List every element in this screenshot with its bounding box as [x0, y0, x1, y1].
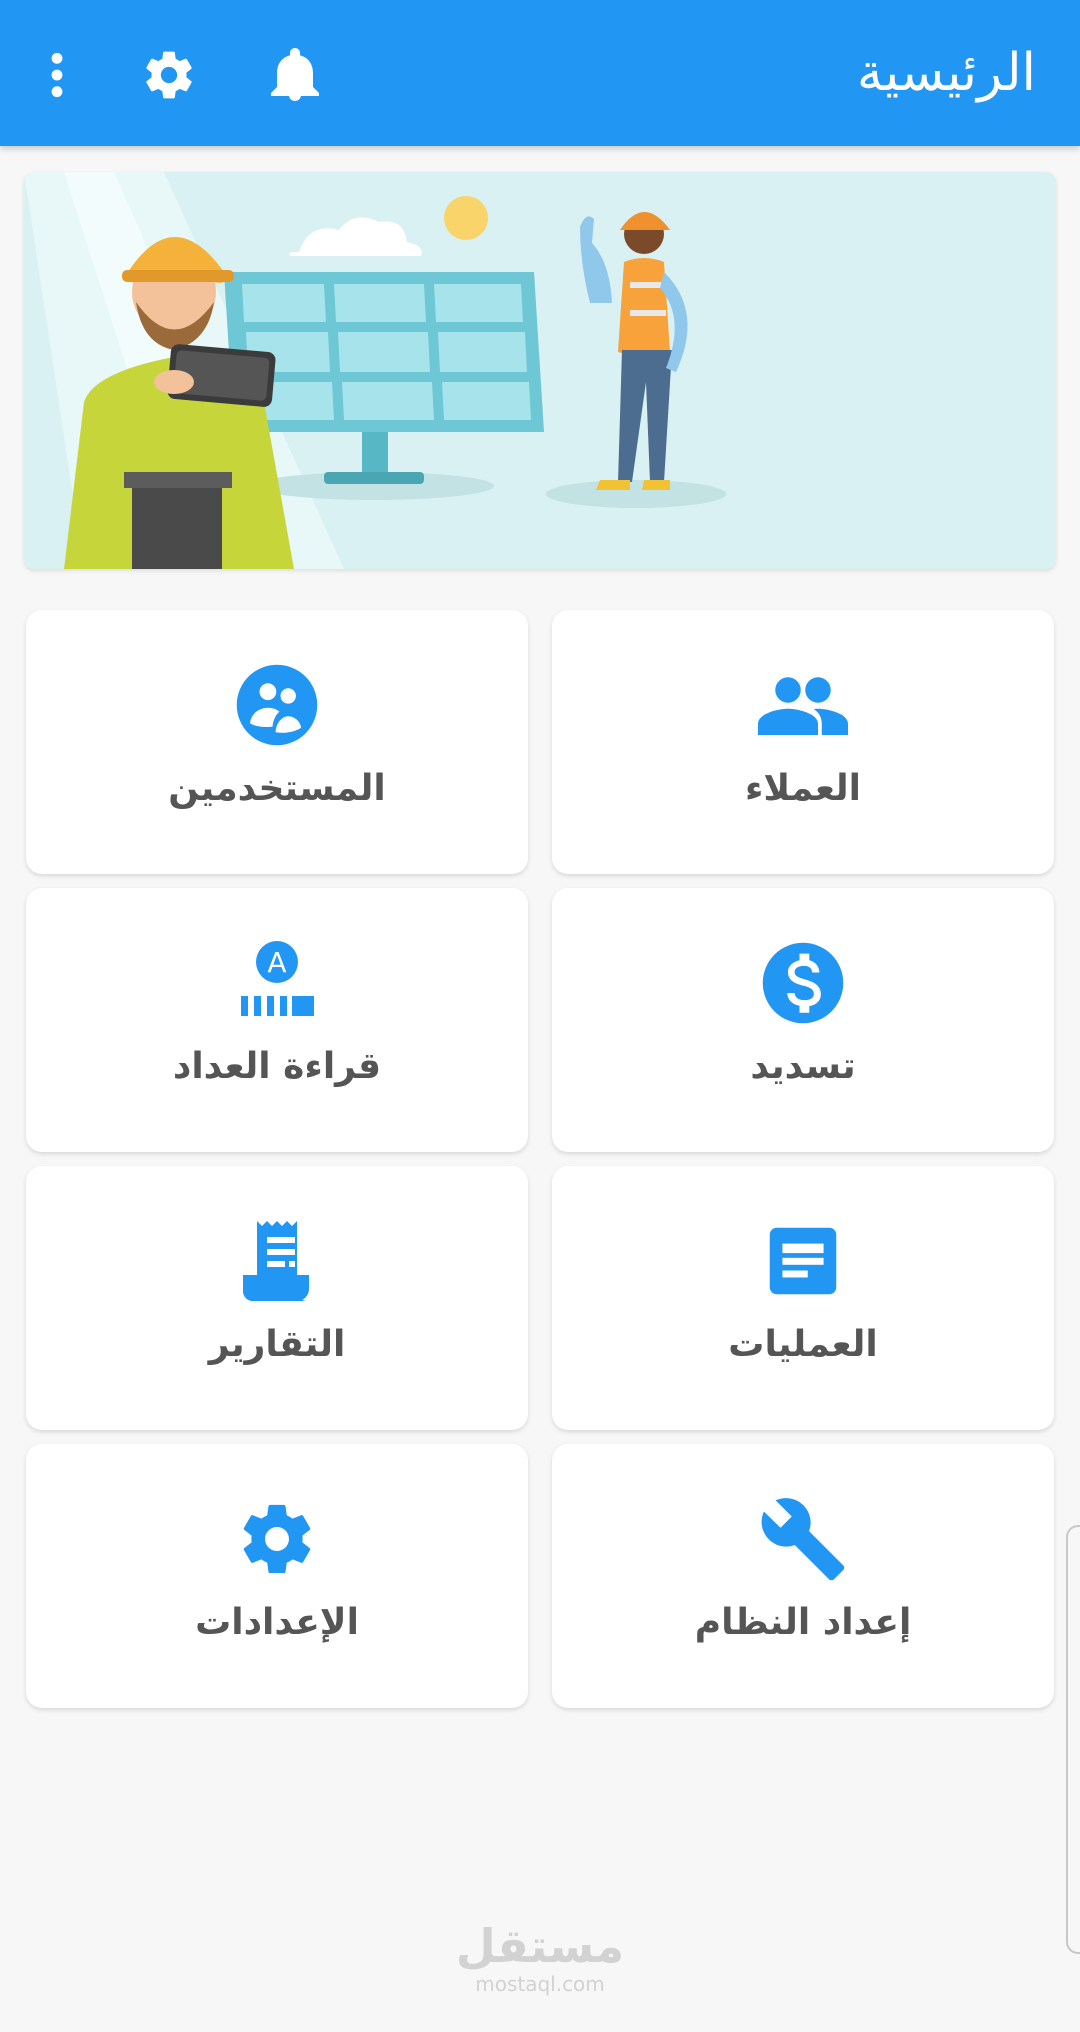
- settings-icon[interactable]: [134, 40, 204, 110]
- menu-label-system-setup: إعداد النظام: [694, 1602, 912, 1643]
- watermark-latin: mostaql.com: [475, 1972, 605, 1996]
- hero-banner: [24, 172, 1056, 569]
- menu-label-meter-reading: قراءة العداد: [172, 1046, 382, 1087]
- scroll-edge-handle[interactable]: [1066, 1525, 1080, 1954]
- wrench-icon: [552, 1494, 1054, 1584]
- watermark-arabic: مستقل: [455, 1919, 625, 1973]
- menu-label-customers: العملاء: [744, 768, 862, 809]
- notifications-icon[interactable]: [260, 40, 330, 110]
- menu-label-payment: تسديد: [750, 1046, 856, 1087]
- menu-card-settings[interactable]: الإعدادات: [26, 1444, 528, 1708]
- menu-card-users[interactable]: المستخدمين: [26, 610, 528, 874]
- operations-icon: [552, 1216, 1054, 1306]
- more-vert-icon[interactable]: [22, 40, 92, 110]
- menu-card-system-setup[interactable]: إعداد النظام: [552, 1444, 1054, 1708]
- menu-card-meter-reading[interactable]: A قراءة العداد: [26, 888, 528, 1152]
- solar-engineers-illustration: [24, 172, 726, 569]
- menu-card-operations[interactable]: العمليات: [552, 1166, 1054, 1430]
- menu-card-payment[interactable]: تسديد: [552, 888, 1054, 1152]
- page-title: الرئيسية: [856, 43, 1036, 103]
- menu-card-customers[interactable]: العملاء: [552, 610, 1054, 874]
- meter-reading-icon: A: [26, 938, 528, 1028]
- app-bar: الرئيسية: [0, 0, 1080, 146]
- users-icon: [26, 660, 528, 750]
- watermark: مستقل mostaql.com: [0, 1920, 1080, 1996]
- menu-label-users: المستخدمين: [168, 768, 386, 809]
- menu-label-reports: التقارير: [208, 1324, 346, 1365]
- gear-icon: [26, 1494, 528, 1584]
- reports-icon: [26, 1216, 528, 1306]
- dollar-icon: [552, 938, 1054, 1028]
- svg-text:A: A: [267, 946, 286, 979]
- customers-icon: [552, 660, 1054, 750]
- menu-label-settings: الإعدادات: [195, 1602, 359, 1643]
- menu-card-reports[interactable]: التقارير: [26, 1166, 528, 1430]
- menu-label-operations: العمليات: [728, 1324, 878, 1365]
